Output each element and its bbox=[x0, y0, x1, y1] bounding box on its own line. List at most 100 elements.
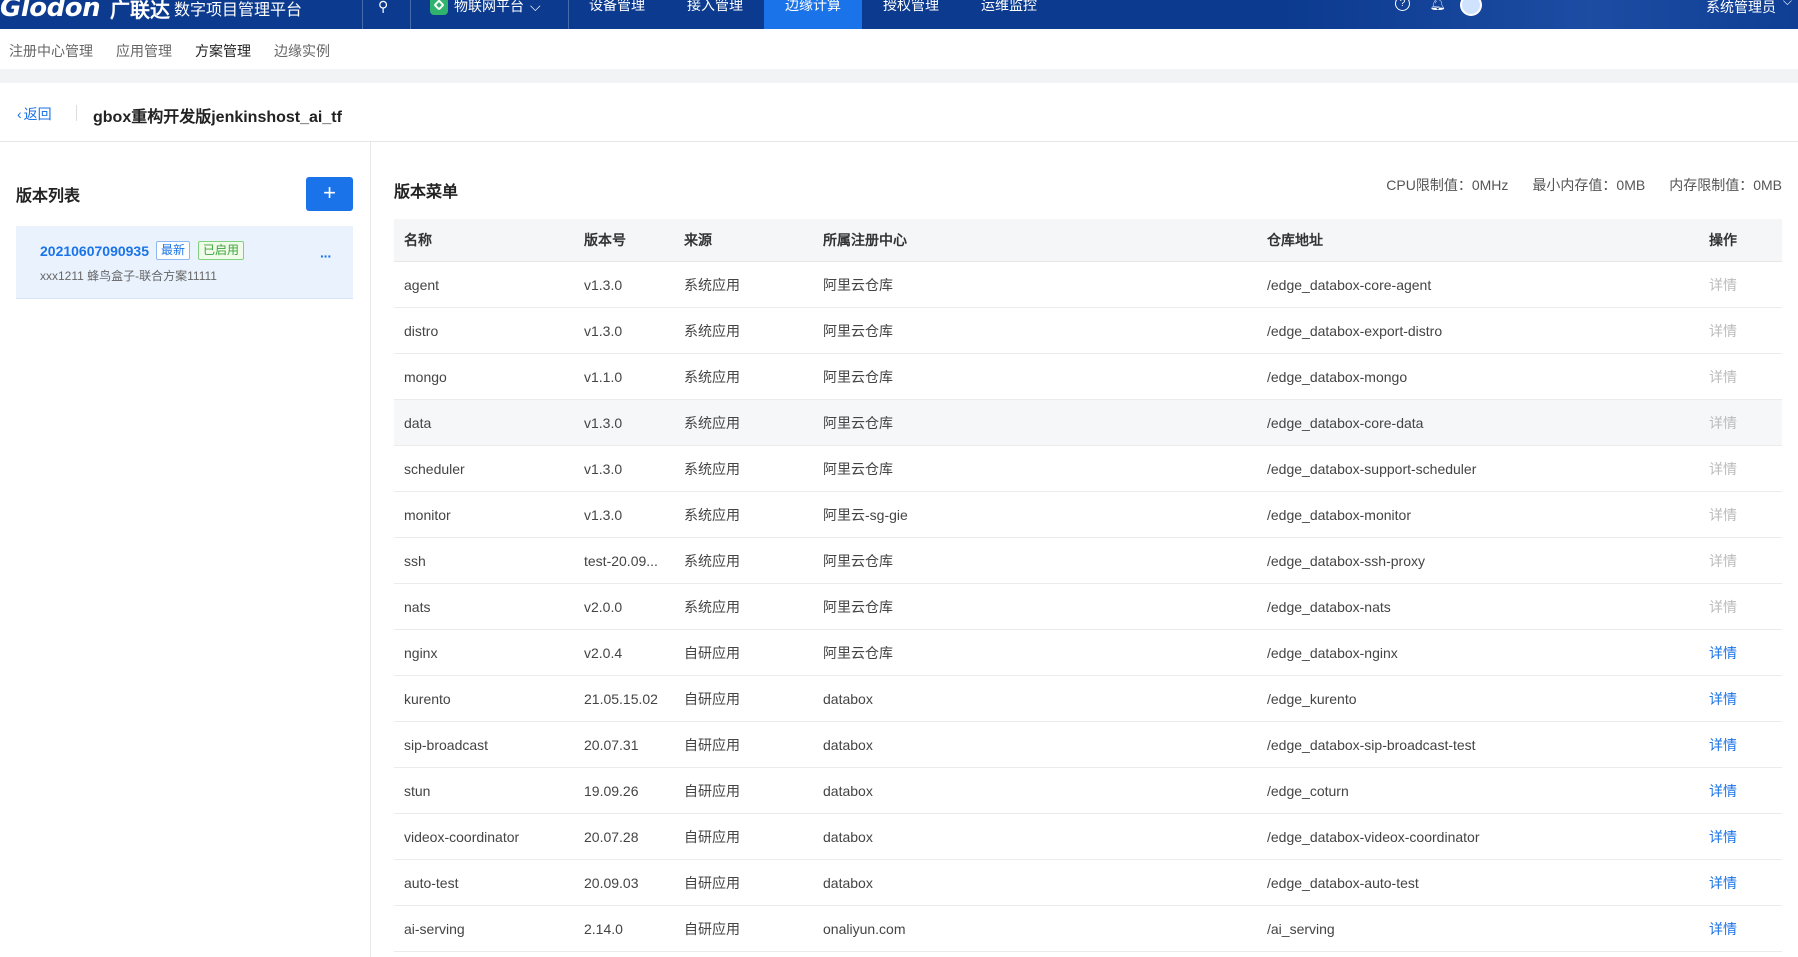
cell-repo: /edge_databox-mongo bbox=[1267, 368, 1408, 385]
table-row[interactable]: nginx v2.0.4 自研应用 阿里云仓库/edge_databox-nginx 详… bbox=[394, 630, 1782, 676]
table-row[interactable]: ai-serving 2.14.0 自研应用 onaliyun.com/ai_serv… bbox=[394, 906, 1782, 952]
cell-version: test-20.09... bbox=[584, 552, 658, 569]
user-name[interactable]: 系统管理员 bbox=[1706, 0, 1776, 17]
page-title: gbox重构开发版jenkinshost_ai_tf bbox=[93, 109, 342, 126]
version-card[interactable]: 20210607090935 最新 已启用 xxx1211 蜂鸟盒子-联合方案1… bbox=[16, 226, 353, 299]
cell-version: 2.14.0 bbox=[584, 920, 623, 937]
detail-link[interactable]: 详情 bbox=[1699, 827, 1782, 847]
nav-access-management[interactable]: 接入管理 bbox=[666, 0, 764, 29]
detail-link[interactable]: 详情 bbox=[1699, 643, 1782, 663]
cell-registry: 阿里云仓库 bbox=[823, 598, 893, 615]
detail-link[interactable]: 详情 bbox=[1699, 781, 1782, 801]
table-row[interactable]: scheduler v1.3.0 系统应用 阿里云仓库/edge_databox-su… bbox=[394, 446, 1782, 492]
cell-source: 自研应用 bbox=[684, 874, 740, 891]
latest-badge: 最新 bbox=[156, 241, 191, 260]
nav-ops-monitoring[interactable]: 运维监控 bbox=[960, 0, 1058, 29]
platform-title: 数字项目管理平台 bbox=[174, 2, 303, 19]
table-row[interactable]: data v1.3.0 系统应用 阿里云仓库/edge_databox-core-da… bbox=[394, 400, 1782, 446]
cell-name: distro bbox=[404, 322, 439, 339]
app-switch-icon[interactable]: ⚲ bbox=[378, 0, 388, 15]
tab-app-management[interactable]: 应用管理 bbox=[116, 29, 186, 69]
bell-icon[interactable]: 🔔︎ bbox=[1429, 0, 1446, 12]
brand-logo[interactable]: Glodon bbox=[0, 0, 101, 23]
nav-device-management[interactable]: 设备管理 bbox=[568, 0, 666, 29]
detail-link[interactable]: 详情 bbox=[1699, 689, 1782, 709]
cell-version: 20.07.31 bbox=[584, 736, 639, 753]
app-table: 名称 版本号 来源 所属注册中心 仓库地址 操作 agent v1.3.0 系统应用… bbox=[394, 219, 1782, 952]
detail-link[interactable]: 详情 bbox=[1699, 873, 1782, 893]
detail-link[interactable]: 详情 bbox=[1699, 505, 1782, 525]
cell-repo: /edge_databox-support-scheduler bbox=[1267, 460, 1477, 477]
divider bbox=[410, 0, 411, 29]
cell-name: videox-coordinator bbox=[404, 828, 520, 845]
table-row[interactable]: distro v1.3.0 系统应用 阿里云仓库/edge_databox-expor… bbox=[394, 308, 1782, 354]
cell-version: 20.07.28 bbox=[584, 828, 639, 845]
cell-source: 自研应用 bbox=[684, 736, 740, 753]
table-row[interactable]: agent v1.3.0 系统应用 阿里云仓库/edge_databox-core-a… bbox=[394, 262, 1782, 308]
cell-repo: /edge_databox-core-agent bbox=[1267, 276, 1432, 293]
detail-link[interactable]: 详情 bbox=[1699, 597, 1782, 617]
detail-link[interactable]: 详情 bbox=[1699, 413, 1782, 433]
min-memory: 最小内存值：0MB bbox=[1532, 177, 1646, 193]
cell-name: ai-serving bbox=[404, 920, 465, 937]
cell-name: data bbox=[404, 414, 432, 431]
cell-version: v1.3.0 bbox=[584, 276, 623, 293]
cell-name: monitor bbox=[404, 506, 451, 523]
nav-edge-computing[interactable]: 边缘计算 bbox=[764, 0, 862, 29]
more-actions-button[interactable]: ··· bbox=[320, 248, 332, 264]
cell-registry: 阿里云仓库 bbox=[823, 552, 893, 569]
table-row[interactable]: stun 19.09.26 自研应用 databox/edge_coturn 详情 bbox=[394, 768, 1782, 814]
tab-edge-instance[interactable]: 边缘实例 bbox=[274, 29, 344, 69]
divider bbox=[362, 0, 363, 29]
column-header-repo: 仓库地址 bbox=[1267, 232, 1323, 248]
cell-source: 系统应用 bbox=[684, 368, 740, 385]
cell-repo: /edge_coturn bbox=[1267, 782, 1349, 799]
detail-link[interactable]: 详情 bbox=[1699, 321, 1782, 341]
version-list-panel: 版本列表 + 20210607090935 最新 已启用 xxx1211 蜂鸟盒… bbox=[0, 142, 371, 957]
cell-version: v2.0.4 bbox=[584, 644, 623, 661]
cell-repo: /edge_databox-nats bbox=[1267, 598, 1391, 615]
cell-name: sip-broadcast bbox=[404, 736, 489, 753]
add-version-button[interactable]: + bbox=[306, 177, 353, 211]
table-row[interactable]: mongo v1.1.0 系统应用 阿里云仓库/edge_databox-mongo 详… bbox=[394, 354, 1782, 400]
cell-version: 20.09.03 bbox=[584, 874, 639, 891]
nav-authorization-management[interactable]: 授权管理 bbox=[862, 0, 960, 29]
detail-link[interactable]: 详情 bbox=[1699, 459, 1782, 479]
detail-link[interactable]: 详情 bbox=[1699, 919, 1782, 939]
detail-link[interactable]: 详情 bbox=[1699, 275, 1782, 295]
cell-source: 自研应用 bbox=[684, 690, 740, 707]
detail-link[interactable]: 详情 bbox=[1699, 367, 1782, 387]
table-row[interactable]: auto-test 20.09.03 自研应用 databox/edge_databo… bbox=[394, 860, 1782, 906]
chevron-down-icon[interactable]: ⌵ bbox=[1783, 0, 1792, 9]
table-row[interactable]: ssh test-20.09... 系统应用 阿里云仓库/edge_databox-s… bbox=[394, 538, 1782, 584]
table-row[interactable]: videox-coordinator 20.07.28 自研应用 databox/ed… bbox=[394, 814, 1782, 860]
cell-version: 19.09.26 bbox=[584, 782, 639, 799]
cell-name: auto-test bbox=[404, 874, 459, 891]
back-button[interactable]: ‹ 返回 bbox=[17, 104, 52, 124]
top-bar: Glodon 广联达 数字项目管理平台 ⚲ 物联网平台 ⌵ 设备管理 接入管理 … bbox=[0, 0, 1798, 29]
cell-source: 系统应用 bbox=[684, 276, 740, 293]
detail-link[interactable]: 详情 bbox=[1699, 551, 1782, 571]
cell-name: kurento bbox=[404, 690, 451, 707]
cell-version: v2.0.0 bbox=[584, 598, 623, 615]
table-row[interactable]: nats v2.0.0 系统应用 阿里云仓库/edge_databox-nats 详情 bbox=[394, 584, 1782, 630]
cell-version: v1.3.0 bbox=[584, 414, 623, 431]
brand-logo-cn: 广联达 bbox=[110, 0, 170, 22]
cell-repo: /edge_databox-monitor bbox=[1267, 506, 1411, 523]
platform-selector[interactable]: 物联网平台 ⌵ bbox=[430, 0, 541, 17]
main-nav: 设备管理 接入管理 边缘计算 授权管理 运维监控 bbox=[568, 0, 1058, 29]
table-row[interactable]: monitor v1.3.0 系统应用 阿里云-sg-gie/edge_databox… bbox=[394, 492, 1782, 538]
table-row[interactable]: sip-broadcast 20.07.31 自研应用 databox/edge_da… bbox=[394, 722, 1782, 768]
cell-source: 系统应用 bbox=[684, 460, 740, 477]
divider bbox=[76, 105, 77, 121]
detail-link[interactable]: 详情 bbox=[1699, 735, 1782, 755]
tab-plan-management[interactable]: 方案管理 bbox=[195, 29, 265, 71]
column-header-action: 操作 bbox=[1709, 232, 1737, 248]
cell-repo: /edge_databox-sip-broadcast-test bbox=[1267, 736, 1476, 753]
table-row[interactable]: kurento 21.05.15.02 自研应用 databox/edge_kuren… bbox=[394, 676, 1782, 722]
tab-registry-management[interactable]: 注册中心管理 bbox=[9, 29, 107, 69]
cell-source: 系统应用 bbox=[684, 414, 740, 431]
chevron-down-icon: ⌵ bbox=[530, 0, 541, 14]
cell-version: 21.05.15.02 bbox=[584, 690, 658, 707]
enabled-badge: 已启用 bbox=[198, 241, 245, 260]
